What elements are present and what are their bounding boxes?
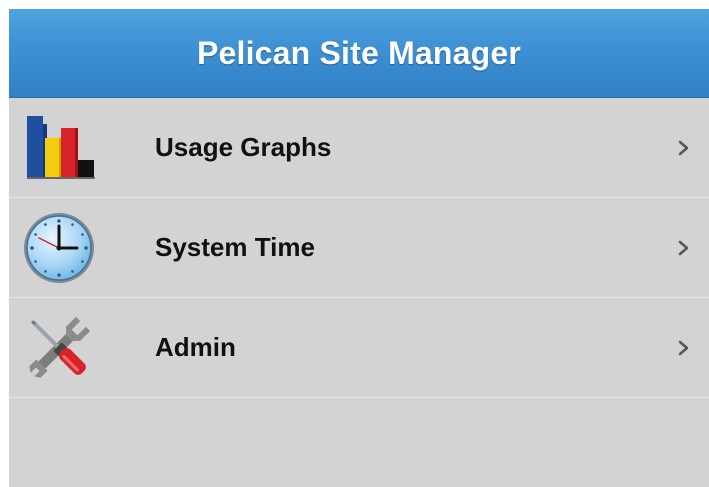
menu-list: Usage Graphs System Time Admin: [9, 98, 709, 398]
menu-item-usage-graphs[interactable]: Usage Graphs: [9, 98, 709, 198]
menu-item-label: Admin: [155, 332, 236, 362]
clock-icon: [21, 210, 97, 286]
bar-chart-icon: [21, 110, 97, 186]
menu-item-label: Usage Graphs: [155, 132, 332, 162]
menu-item-admin[interactable]: Admin: [9, 298, 709, 398]
chevron-right-icon: [677, 139, 691, 157]
page-title: Pelican Site Manager: [196, 34, 522, 71]
header-bar: Pelican Site Manager: [9, 9, 709, 98]
chevron-right-icon: [677, 339, 691, 357]
tools-icon: [21, 310, 97, 386]
app-window: Pelican Site Manager Usage Graphs System…: [9, 9, 709, 487]
chevron-right-icon: [677, 239, 691, 257]
menu-item-system-time[interactable]: System Time: [9, 198, 709, 298]
menu-item-label: System Time: [155, 232, 315, 262]
